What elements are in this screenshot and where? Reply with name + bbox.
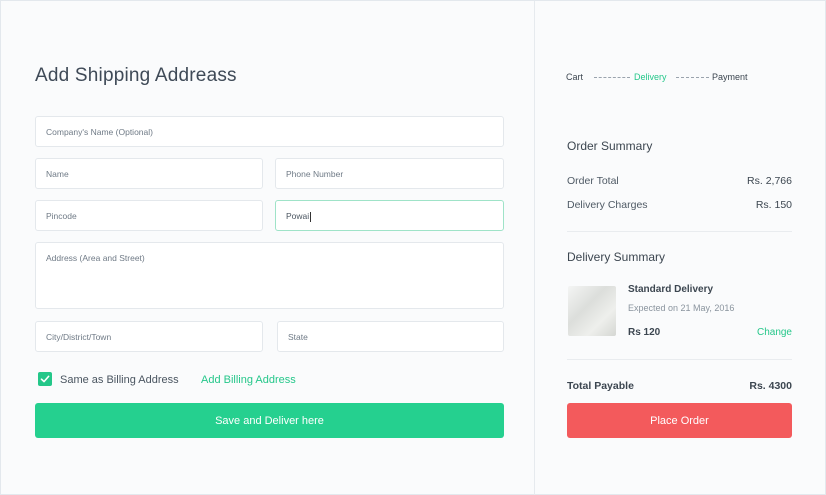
product-thumbnail: [568, 286, 616, 336]
city-placeholder: City/District/Town: [46, 332, 112, 342]
progress-step-cart: Cart: [566, 72, 584, 82]
same-as-billing-label: Same as Billing Address: [60, 374, 179, 386]
pincode-field[interactable]: Pincode: [35, 200, 263, 231]
locality-value: Powai: [286, 211, 312, 222]
save-and-deliver-button[interactable]: Save and Deliver here: [35, 403, 504, 438]
order-total-value: Rs. 2,766: [747, 175, 792, 187]
check-icon: [40, 375, 50, 383]
place-order-button[interactable]: Place Order: [567, 403, 792, 438]
delivery-charges-label: Delivery Charges: [567, 199, 648, 211]
locality-field[interactable]: Powai: [275, 200, 504, 231]
order-total-label: Order Total: [567, 175, 619, 187]
expected-delivery-date: Expected on 21 May, 2016: [628, 303, 735, 313]
address-placeholder: Address (Area and Street): [46, 253, 145, 263]
total-payable-value: Rs. 4300: [749, 380, 792, 392]
same-as-billing-checkbox[interactable]: [38, 372, 52, 386]
add-billing-address-link[interactable]: Add Billing Address: [201, 374, 296, 386]
city-field[interactable]: City/District/Town: [35, 321, 263, 352]
section-divider: [567, 231, 792, 232]
delivery-charges-value: Rs. 150: [755, 199, 792, 211]
progress-connector: [676, 77, 709, 78]
progress-connector: [594, 77, 630, 78]
pincode-placeholder: Pincode: [46, 211, 77, 221]
state-field[interactable]: State: [277, 321, 504, 352]
checkout-window: Add Shipping Addreass Company's Name (Op…: [0, 0, 826, 495]
progress-step-payment: Payment: [712, 72, 748, 82]
address-field[interactable]: Address (Area and Street): [35, 242, 504, 309]
name-field[interactable]: Name: [35, 158, 263, 189]
company-name-field[interactable]: Company's Name (Optional): [35, 116, 504, 147]
page-title: Add Shipping Addreass: [35, 65, 237, 86]
state-placeholder: State: [288, 332, 308, 342]
order-summary-title: Order Summary: [567, 139, 653, 153]
name-placeholder: Name: [46, 169, 69, 179]
locality-text: Powai: [286, 211, 310, 221]
text-cursor: [310, 211, 312, 222]
delivery-method-price: Rs 120: [628, 327, 661, 338]
section-divider: [567, 359, 792, 360]
change-delivery-link[interactable]: Change: [757, 327, 792, 338]
delivery-summary-title: Delivery Summary: [567, 250, 666, 264]
total-payable-label: Total Payable: [567, 380, 634, 392]
summary-pane: Cart Delivery Payment Order Summary Orde…: [535, 1, 826, 495]
delivery-method-name: Standard Delivery: [628, 284, 714, 295]
phone-number-placeholder: Phone Number: [286, 169, 344, 179]
progress-step-delivery: Delivery: [634, 72, 667, 82]
phone-number-field[interactable]: Phone Number: [275, 158, 504, 189]
company-name-placeholder: Company's Name (Optional): [46, 127, 153, 137]
shipping-address-pane: Add Shipping Addreass Company's Name (Op…: [1, 1, 534, 495]
